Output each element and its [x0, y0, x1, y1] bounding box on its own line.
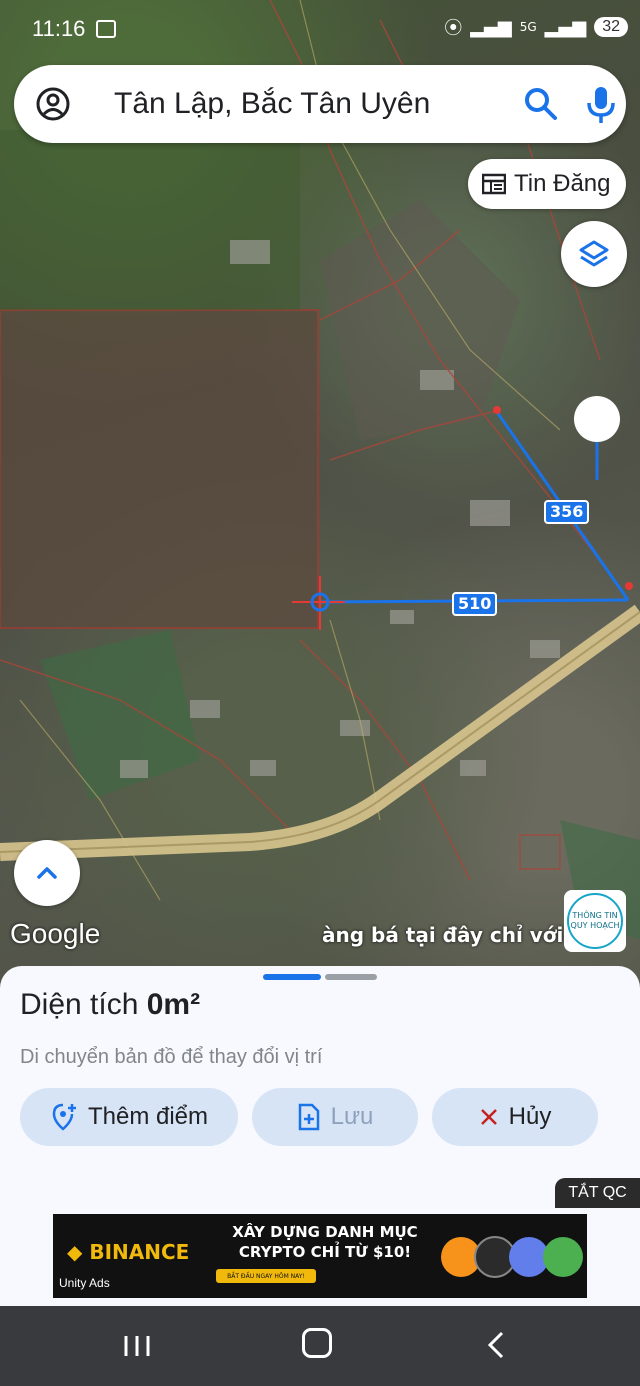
cancel-button[interactable]: Hủy: [432, 1088, 598, 1146]
back-icon[interactable]: [484, 1330, 508, 1360]
microphone-icon[interactable]: [582, 83, 620, 125]
status-icons: ⦿ ▂▄▆ 5G ▂▄▆ 32: [444, 14, 628, 40]
signal-icon: ▂▄▆: [470, 16, 512, 38]
listings-button[interactable]: Tin Đăng: [468, 159, 626, 209]
turn-off-ads-button[interactable]: TẮT QC: [555, 1178, 640, 1208]
location-icon: ⦿: [444, 18, 463, 39]
ad-headline: XÂY DỰNG DANH MỤC CRYPTO CHỈ TỪ $10!: [232, 1223, 418, 1261]
sheet-tab-inactive[interactable]: [325, 974, 377, 980]
signal-icon-2: ▂▄▆: [544, 16, 587, 38]
planning-info-logo[interactable]: THÔNG TIN QUY HOẠCH: [564, 890, 626, 952]
unity-ads-label: Unity Ads: [59, 1276, 110, 1290]
chevron-up-icon: [37, 867, 57, 879]
area-display: Diện tích 0m²: [20, 988, 200, 1022]
status-time: 11:16: [32, 16, 86, 41]
segment-length-label: 510: [452, 592, 498, 616]
binance-logo: ◆ BINANCE: [67, 1240, 190, 1264]
save-label: Lưu: [330, 1103, 374, 1130]
save-button[interactable]: Lưu: [252, 1088, 418, 1146]
planning-logo-line: THÔNG TIN: [572, 911, 618, 920]
ad-marquee: àng bá tại đây chỉ với 19: [322, 923, 599, 947]
google-logo: Google: [10, 918, 101, 949]
area-label: Diện tích: [20, 988, 139, 1021]
layers-button[interactable]: [561, 221, 627, 287]
measure-sheet: Diện tích 0m² Di chuyển bản đồ để thay đ…: [0, 966, 640, 1306]
search-icon[interactable]: [522, 85, 560, 123]
expand-button[interactable]: [14, 840, 80, 906]
add-point-button[interactable]: Thêm điểm: [20, 1088, 238, 1146]
search-bar[interactable]: Tân Lập, Bắc Tân Uyên: [14, 65, 626, 143]
measure-drag-handle[interactable]: [574, 396, 620, 442]
planning-logo-line: QUY HOẠCH: [570, 921, 620, 930]
brand-name: BINANCE: [89, 1240, 190, 1264]
sheet-tab-active[interactable]: [263, 974, 321, 980]
status-bar: 11:16 ⦿ ▂▄▆ 5G ▂▄▆ 32: [0, 0, 640, 60]
search-input[interactable]: Tân Lập, Bắc Tân Uyên: [114, 87, 430, 121]
map-imagery: [0, 0, 640, 940]
cancel-label: Hủy: [508, 1103, 552, 1130]
system-nav-bar: [0, 1306, 640, 1386]
ad-cta[interactable]: BẮT ĐẦU NGAY HÔM NAY!: [216, 1269, 316, 1283]
recent-apps-icon[interactable]: [120, 1334, 154, 1358]
close-icon: [480, 1109, 497, 1125]
layers-icon: [579, 240, 609, 267]
hint-text: Di chuyển bản đồ để thay đổi vị trí: [20, 1046, 323, 1068]
listings-label: Tin Đăng: [514, 170, 611, 197]
crypto-coins-image: [441, 1236, 583, 1278]
add-file-icon: [298, 1103, 319, 1131]
home-icon[interactable]: [302, 1328, 332, 1358]
add-location-icon: [52, 1103, 76, 1131]
screenshot-icon: [96, 20, 116, 38]
account-icon[interactable]: [36, 87, 70, 121]
network-type: 5G: [519, 20, 537, 34]
news-icon: [482, 173, 506, 195]
ad-banner[interactable]: ◆ BINANCE XÂY DỰNG DANH MỤC CRYPTO CHỈ T…: [53, 1214, 587, 1298]
map-view[interactable]: 11:16 ⦿ ▂▄▆ 5G ▂▄▆ 32 Tân Lập, Bắc Tân U…: [0, 0, 640, 990]
battery-badge: 32: [594, 17, 628, 37]
add-point-label: Thêm điểm: [87, 1103, 209, 1130]
segment-length-label: 356: [544, 500, 590, 524]
area-value: 0m²: [146, 988, 201, 1021]
